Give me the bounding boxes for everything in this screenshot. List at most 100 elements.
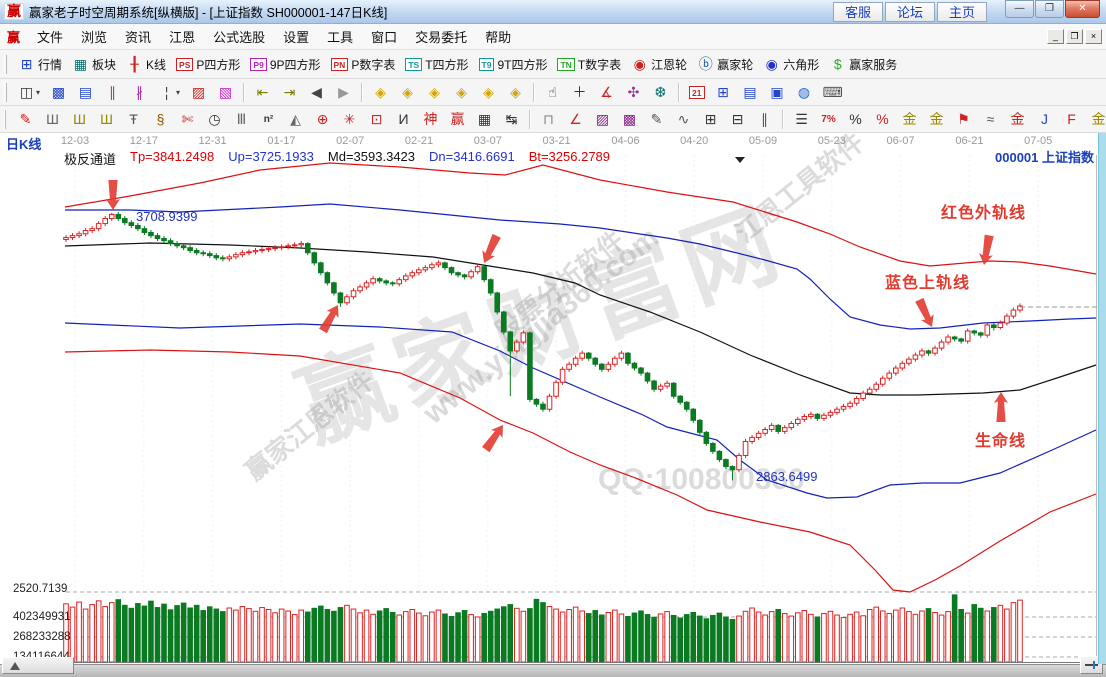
flower-tool[interactable]: ✣ — [621, 82, 646, 103]
expand-volume-button[interactable] — [2, 657, 74, 674]
t9-square-button[interactable]: T99T四方形 — [475, 54, 552, 75]
diamond-horizontal-tool[interactable]: ◈ — [422, 82, 447, 103]
menu-item-公式选股[interactable]: 公式选股 — [204, 24, 274, 49]
hand-tool[interactable]: ☝ — [540, 82, 565, 103]
kline-button[interactable]: ╂K线 — [122, 54, 170, 75]
kline-style-tool[interactable]: ◫▾ — [14, 82, 44, 103]
diamond-cross-tool[interactable]: ◈ — [449, 82, 474, 103]
mdi-minimize-button[interactable]: _ — [1047, 29, 1064, 44]
notepad-tool[interactable]: ▤ — [738, 82, 763, 103]
diamond-right-tool[interactable]: ◈ — [395, 82, 420, 103]
diamond-left-tool[interactable]: ◈ — [368, 82, 393, 103]
calculator-tool[interactable]: ⊞ — [711, 82, 736, 103]
gann-wheel-button[interactable]: ◉江恩轮 — [627, 54, 691, 75]
square-target-tool[interactable]: ⊡ — [364, 109, 389, 130]
zigzag-tool[interactable]: ∿ — [671, 109, 696, 130]
chart-window-tool[interactable]: ▩ — [46, 82, 71, 103]
trend-pen-tool[interactable]: ✎ — [644, 109, 669, 130]
restore-button[interactable]: ❐ — [1035, 0, 1064, 18]
sub-chart-3-tool[interactable]: ∥ — [100, 82, 125, 103]
price-ladder-tool[interactable]: ☰ — [789, 109, 814, 130]
grid-123-tool[interactable]: ▦ — [472, 109, 497, 130]
gann-fan-tool[interactable]: ∠ — [563, 109, 588, 130]
gold-ruler-2-tool[interactable]: Ш — [94, 109, 119, 130]
menu-item-窗口[interactable]: 窗口 — [362, 24, 406, 49]
gate-tool[interactable]: ⊓ — [536, 109, 561, 130]
menu-item-江恩[interactable]: 江恩 — [160, 24, 204, 49]
crosshair-tool[interactable]: ＋ — [567, 82, 592, 103]
gold-circle-tool[interactable]: 金 — [897, 109, 922, 130]
p-square-button[interactable]: PSP四方形 — [172, 54, 244, 75]
diamond-star-tool[interactable]: ◈ — [476, 82, 501, 103]
titlebar-button-客服[interactable]: 客服 — [833, 2, 883, 22]
snowflake-tool[interactable]: ❆ — [648, 82, 673, 103]
fan-square-tool[interactable]: ▩ — [617, 109, 642, 130]
sectors-button[interactable]: ▦板块 — [68, 54, 120, 75]
toolbar-drag-handle[interactable] — [4, 55, 7, 74]
menu-item-资讯[interactable]: 资讯 — [116, 24, 160, 49]
hexagon-button[interactable]: ◉六角形 — [759, 54, 823, 75]
pattern-tool[interactable]: ▨ — [186, 82, 211, 103]
chart-dropdown-icon[interactable] — [735, 157, 745, 163]
time-ruler-tool[interactable]: Ш — [40, 109, 65, 130]
p-number-button[interactable]: PNP数字表 — [327, 54, 400, 75]
prev-bar-button[interactable]: ◀ — [304, 82, 329, 103]
wave-mark-tool[interactable]: И — [391, 109, 416, 130]
ying-ruler-tool[interactable]: 赢 — [445, 109, 470, 130]
width-measure-tool[interactable]: ↹ — [499, 109, 524, 130]
percent-line-tool[interactable]: % — [870, 109, 895, 130]
menu-item-浏览[interactable]: 浏览 — [72, 24, 116, 49]
data-list-tool[interactable]: ▤ — [73, 82, 98, 103]
j-angle-tool[interactable]: J — [1032, 109, 1057, 130]
save-tool[interactable]: ▣ — [765, 82, 790, 103]
mdi-close-button[interactable]: × — [1085, 29, 1102, 44]
t-number-button[interactable]: TNT数字表 — [553, 54, 625, 75]
color-volume-tool[interactable]: ▧ — [213, 82, 238, 103]
sub-chart-9-tool[interactable]: ∦ — [127, 82, 152, 103]
brush-tool[interactable]: ✎ — [13, 109, 38, 130]
p9-square-button[interactable]: P99P四方形 — [246, 54, 324, 75]
gold-angle-tool[interactable]: 金 — [1086, 109, 1106, 130]
network-tool[interactable]: ◍ — [792, 82, 817, 103]
titlebar-button-主页[interactable]: 主页 — [937, 2, 987, 22]
quotes-button[interactable]: ⊞行情 — [14, 54, 66, 75]
f-ruler-tool[interactable]: Ŧ — [121, 109, 146, 130]
close-button[interactable]: ✕ — [1065, 0, 1100, 18]
n-square-tool[interactable]: n² — [256, 109, 281, 130]
grid-box-b-tool[interactable]: ⊟ — [725, 109, 750, 130]
seven-percent-tool[interactable]: 7% — [816, 109, 841, 130]
cycle-marker-tool[interactable]: ¦▾ — [154, 82, 184, 103]
gold-red-line-tool[interactable]: 金 — [1005, 109, 1030, 130]
winner-wheel-button[interactable]: ⓑ赢家轮 — [693, 54, 757, 75]
knife-tool[interactable]: ✄ — [175, 109, 200, 130]
last-bar-button[interactable]: ⇥ — [277, 82, 302, 103]
clock-cycle-tool[interactable]: ◷ — [202, 109, 227, 130]
winner-service-button[interactable]: $赢家服务 — [825, 54, 901, 75]
minimize-button[interactable]: — — [1005, 0, 1034, 18]
first-bar-button[interactable]: ⇤ — [250, 82, 275, 103]
diamond-plus-tool[interactable]: ◈ — [503, 82, 528, 103]
gold-line-tool[interactable]: 金 — [924, 109, 949, 130]
gold-ruler-1-tool[interactable]: Ш — [67, 109, 92, 130]
toolbar-drag-handle[interactable] — [4, 110, 6, 129]
shen-ruler-tool[interactable]: 神 — [418, 109, 443, 130]
f-angle-tool[interactable]: F — [1059, 109, 1084, 130]
printer-tool[interactable]: ⌨ — [819, 82, 844, 103]
menu-item-文件[interactable]: 文件 — [28, 24, 72, 49]
comb-ruler-tool[interactable]: Ⅲ — [229, 109, 254, 130]
fan-box-tool[interactable]: ▨ — [590, 109, 615, 130]
mdi-restore-button[interactable]: ❐ — [1066, 29, 1083, 44]
calendar-tool[interactable]: 21 — [685, 84, 708, 101]
spiral-tool[interactable]: § — [148, 109, 173, 130]
t-square-button[interactable]: TST四方形 — [401, 54, 472, 75]
titlebar-button-论坛[interactable]: 论坛 — [885, 2, 935, 22]
next-bar-button[interactable]: ▶ — [331, 82, 356, 103]
menu-item-工具[interactable]: 工具 — [318, 24, 362, 49]
flag-tool[interactable]: ⚑ — [951, 109, 976, 130]
toolbar-drag-handle[interactable] — [4, 83, 7, 102]
parallel-lines-tool[interactable]: ∥ — [752, 109, 777, 130]
menu-item-设置[interactable]: 设置 — [274, 24, 318, 49]
grid-box-a-tool[interactable]: ⊞ — [698, 109, 723, 130]
star-target-tool[interactable]: ✳ — [337, 109, 362, 130]
wave-line-tool[interactable]: ≈ — [978, 109, 1003, 130]
